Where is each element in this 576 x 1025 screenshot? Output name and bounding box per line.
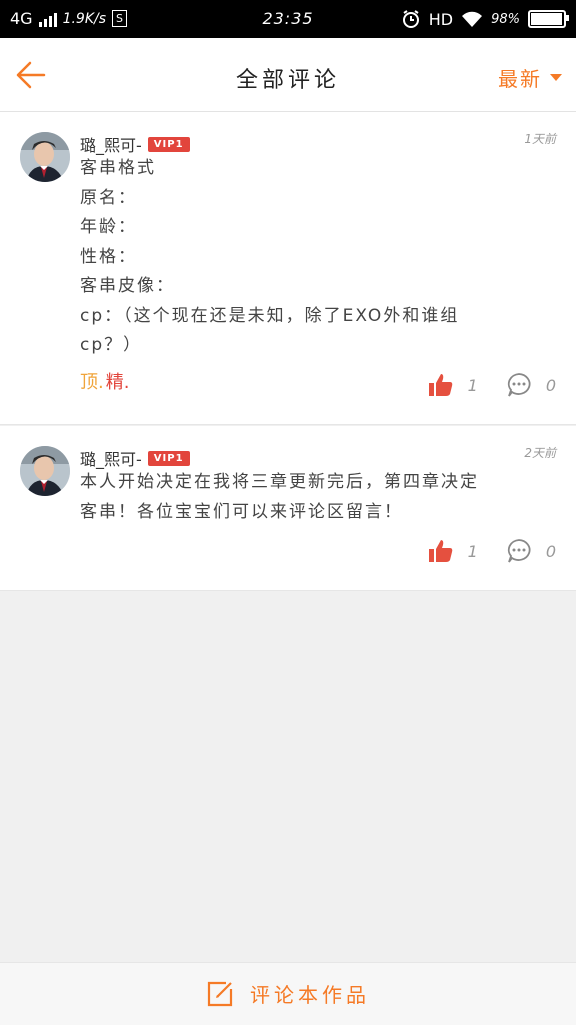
hd-label: HD (428, 9, 454, 29)
alarm-icon (402, 10, 419, 28)
content-line: 客串格式 (80, 158, 156, 178)
write-comment-label: 评论本作品 (250, 983, 370, 1007)
comment-actions: 1 0 (428, 372, 556, 398)
comment-bubble-icon (507, 539, 531, 563)
content-line: 客串！各位宝宝们可以来评论区留言！ (80, 501, 403, 522)
avatar[interactable] (20, 132, 70, 182)
comment-actions: 1 0 (428, 538, 556, 564)
content-line: 客串皮像： (80, 276, 175, 296)
content-line: 原名： (80, 187, 137, 208)
header: 全部评论 最新 (0, 38, 576, 112)
page-title: 全部评论 (235, 68, 340, 93)
vip-badge: VIP1 (147, 450, 190, 466)
status-bar: 4G 1.9K/s S 23:35 HD 98% (0, 0, 576, 38)
content-line: cp：（这个现在还是未知，除了EXO外和谁组 (80, 305, 460, 326)
write-comment-button[interactable]: 评论本作品 (0, 979, 576, 1008)
comment-bubble-icon (507, 373, 531, 397)
edit-icon (207, 981, 233, 1006)
bottom-bar: 评论本作品 (0, 962, 576, 1025)
vip-badge: VIP1 (147, 136, 190, 152)
username[interactable]: 璐_熙可- VIP1 (80, 132, 190, 156)
reply-button[interactable]: 0 (506, 538, 556, 564)
sort-dropdown[interactable]: 最新 (498, 63, 562, 92)
username-text: 璐_熙可- (80, 450, 142, 469)
reply-button[interactable]: 0 (506, 372, 556, 398)
reply-count: 0 (545, 375, 556, 395)
username[interactable]: 璐_熙可- VIP1 (80, 446, 190, 470)
battery-percent: 98% (491, 11, 520, 27)
like-button[interactable]: 1 (428, 372, 478, 398)
avatar[interactable] (20, 446, 70, 496)
like-button[interactable]: 1 (428, 538, 478, 564)
thumbs-up-icon (428, 374, 452, 396)
comment-tags: 顶. 精. (80, 368, 129, 394)
comment-card: 璐_熙可- VIP1 2天前 本人开始决定在我将三章更新完后，第四章决定 客串！… (0, 426, 576, 591)
content-line: 年龄： (80, 217, 137, 237)
content-line: cp？） (80, 335, 143, 355)
comment-content: 本人开始决定在我将三章更新完后，第四章决定 客串！各位宝宝们可以来评论区留言！ (80, 468, 548, 527)
chevron-down-icon (550, 74, 562, 81)
comment-content: 客串格式 原名： 年龄： 性格： 客串皮像： cp：（这个现在还是未知，除了EX… (80, 154, 548, 361)
username-text: 璐_熙可- (80, 136, 142, 155)
top-tag: 顶. (80, 372, 104, 393)
reply-count: 0 (545, 541, 556, 561)
like-count: 1 (467, 541, 478, 561)
sort-label: 最新 (498, 67, 542, 91)
featured-tag: 精. (105, 372, 130, 393)
thumbs-up-icon (428, 540, 452, 562)
like-count: 1 (467, 375, 478, 395)
comment-card: 璐_熙可- VIP1 1天前 客串格式 原名： 年龄： 性格： 客串皮像： cp… (0, 112, 576, 425)
battery-icon (528, 10, 569, 28)
content-line: 本人开始决定在我将三章更新完后，第四章决定 (80, 472, 479, 492)
content-line: 性格： (80, 246, 137, 267)
comment-time: 1天前 (524, 132, 556, 146)
comment-time: 2天前 (524, 446, 556, 460)
wifi-icon (462, 11, 483, 27)
